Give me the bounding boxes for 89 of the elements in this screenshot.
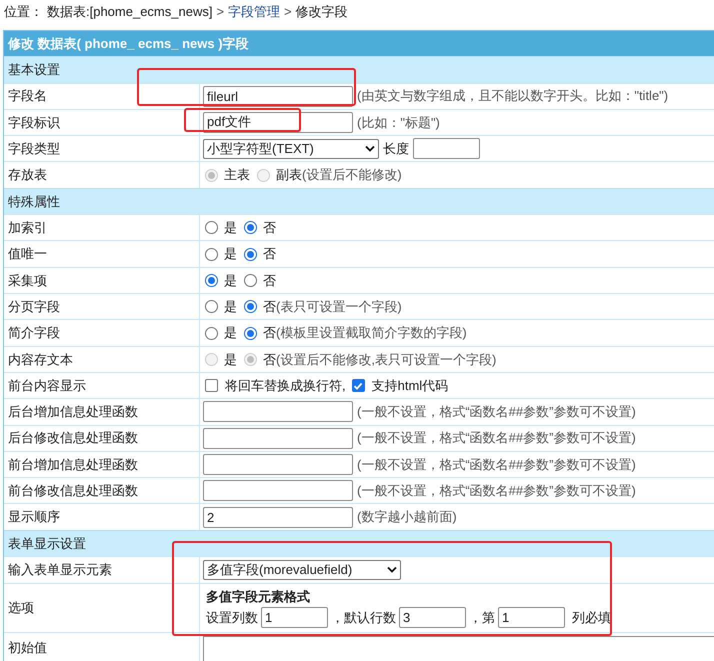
options-title: 多值字段元素格式 — [206, 588, 310, 606]
field-label: 后台修改信息处理函数 — [8, 429, 138, 448]
field-label: 字段标识 — [8, 114, 60, 132]
hint-text: (设置后不能修改) — [302, 166, 402, 184]
breadcrumb-label: 位置： — [4, 3, 43, 22]
field-label: 初始值 — [8, 638, 47, 657]
option-label: 否 — [263, 298, 276, 316]
hint-text: (一般不设置，格式“函数名##参数”参数可不设置) — [357, 482, 636, 500]
field-label: 显示顺序 — [8, 508, 60, 526]
radio-button[interactable] — [205, 274, 218, 287]
radio-button[interactable] — [205, 221, 218, 234]
checkbox[interactable] — [205, 379, 218, 392]
field-label: 存放表 — [8, 166, 47, 184]
field-label: 设置列数 — [206, 608, 258, 627]
radio-button[interactable] — [244, 326, 257, 340]
option-label: 支持html代码 — [372, 376, 448, 395]
radio-button[interactable] — [244, 221, 257, 234]
field-label: ，默认行数 — [331, 608, 396, 627]
text-field[interactable]: 1 — [498, 606, 565, 628]
option-label: 是 — [224, 245, 237, 264]
field-label: 长度 — [383, 140, 409, 158]
field-label: 前台增加信息处理函数 — [8, 456, 138, 474]
field-label: 字段名 — [8, 87, 47, 106]
field-label: 简介字段 — [8, 324, 60, 342]
field-label: 字段类型 — [8, 140, 60, 158]
option-label: 将回车替换成换行符, — [225, 376, 346, 395]
radio-button[interactable] — [244, 274, 257, 287]
checkbox[interactable] — [352, 379, 365, 392]
text-field[interactable] — [203, 401, 353, 422]
section-title: 特殊属性 — [8, 192, 60, 211]
field-label: 值唯一 — [8, 245, 47, 264]
field-label: 前台修改信息处理函数 — [8, 482, 138, 500]
option-label: 是 — [224, 350, 237, 369]
text-field[interactable] — [203, 480, 353, 502]
option-label: 否 — [263, 324, 276, 342]
option-label: 是 — [224, 272, 237, 290]
option-label: 否 — [263, 219, 276, 238]
hint-text: (模板里设置截取简介字数的字段) — [276, 324, 467, 342]
breadcrumb-separator: > — [284, 3, 292, 22]
hint-text: (一般不设置，格式“函数名##参数”参数可不设置) — [357, 403, 636, 422]
breadcrumb-link[interactable]: 字段管理 — [228, 2, 280, 22]
section-title: 表单显示设置 — [8, 534, 86, 553]
hint-text: (由英文与数字组成，且不能以数字开头。比如："title") — [357, 87, 668, 106]
text-field[interactable]: fileurl — [203, 86, 353, 107]
option-label: 是 — [224, 324, 237, 342]
field-label: 加索引 — [8, 219, 47, 238]
field-label: 采集项 — [8, 272, 47, 290]
breadcrumb-item: 数据表:[phome_ecms_news] — [47, 3, 212, 22]
radio-button[interactable] — [205, 300, 218, 314]
field-label: 内容存文本 — [8, 350, 73, 369]
hint-text: (表只可设置一个字段) — [276, 298, 402, 316]
hint-text: (一般不设置，格式“函数名##参数”参数可不设置) — [357, 429, 636, 448]
hint-text: (一般不设置，格式“函数名##参数”参数可不设置) — [357, 456, 636, 474]
option-label: 主表 — [224, 166, 250, 184]
text-field[interactable] — [413, 138, 480, 160]
radio-button[interactable] — [205, 248, 218, 261]
text-field[interactable]: 1 — [261, 606, 328, 628]
text-field[interactable]: 3 — [399, 606, 466, 628]
field-label: ，第 — [469, 608, 495, 627]
caret-icon — [365, 145, 375, 152]
option-label: 是 — [224, 298, 237, 316]
text-field[interactable]: 2 — [203, 506, 353, 528]
option-label: 否 — [263, 245, 276, 264]
text-field[interactable]: pdf文件 — [203, 112, 353, 133]
hint-text: (设置后不能修改,表只可设置一个字段) — [276, 350, 496, 369]
radio-button[interactable] — [244, 300, 257, 314]
option-label: 否 — [263, 272, 276, 290]
field-label: 选项 — [8, 598, 34, 617]
field-label: 后台增加信息处理函数 — [8, 403, 138, 422]
option-label: 否 — [263, 350, 276, 369]
hint-text: (数字越小越前面) — [357, 508, 457, 526]
hint-text: (比如："标题") — [357, 114, 440, 132]
text-field[interactable] — [203, 454, 353, 475]
breadcrumb-separator: > — [216, 3, 224, 22]
form-title: 修改 数据表( phome_ ecms_ news )字段 — [8, 34, 249, 53]
field-label: 分页字段 — [8, 298, 60, 316]
dropdown[interactable]: 多值字段(morevaluefield) — [203, 560, 401, 580]
field-label: 前台内容显示 — [8, 376, 86, 395]
radio-button[interactable] — [244, 248, 257, 261]
breadcrumb-item: 修改字段 — [296, 3, 348, 22]
option-label: 副表 — [276, 166, 302, 184]
caret-icon — [387, 566, 397, 574]
section-title: 基本设置 — [8, 61, 60, 79]
text-field[interactable] — [203, 428, 353, 449]
field-label: 列必填 — [572, 608, 611, 627]
radio-button[interactable] — [205, 326, 218, 340]
field-label: 输入表单显示元素 — [8, 561, 112, 580]
option-label: 是 — [224, 219, 237, 238]
dropdown[interactable]: 小型字符型(TEXT) — [203, 138, 379, 159]
